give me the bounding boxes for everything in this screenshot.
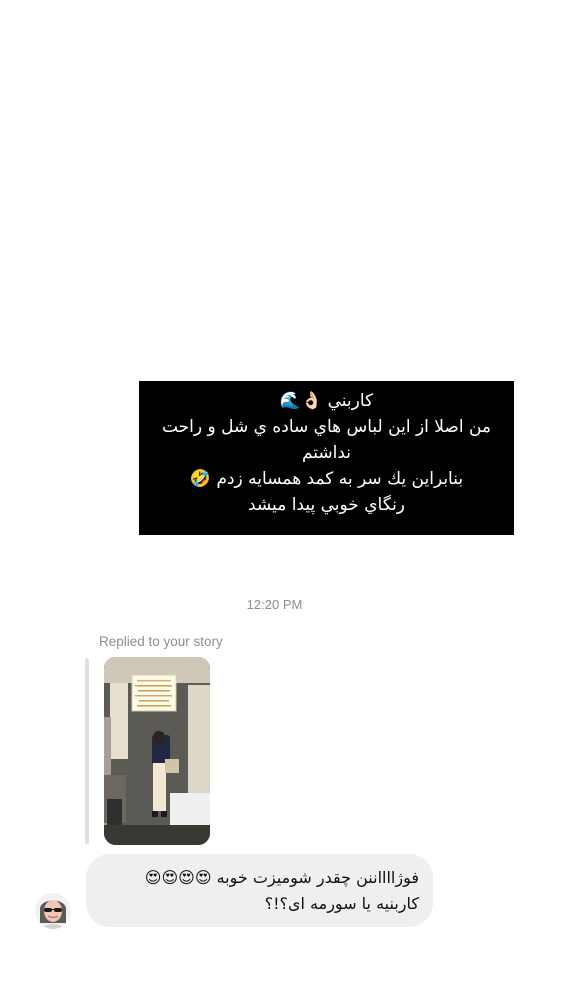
story-line-4: بنابراين يك سر به كمد همسايه زدم 🤣 [189,469,464,489]
reply-quote-bar [85,658,89,844]
story-line-5: رنگاي خوبي پيدا ميشد [247,495,406,515]
message-line-1: فوژااااننن چقدر شومیزت خوبه 😍😍😍😍 [144,868,419,887]
story-line-3: نداشتم [301,443,352,463]
dm-thread-screen: كاربني 👌🏻🌊 من اصلا از اين لباس هاي ساده … [0,0,563,1000]
user-avatar-icon [35,893,71,929]
story-line-2: من اصلا از اين لباس هاي ساده ي شل و راحت [161,417,492,437]
replied-to-story-label: Replied to your story [99,634,223,649]
incoming-message-bubble[interactable]: فوژااااننن چقدر شومیزت خوبه 😍😍😍😍 کاربنیه… [86,854,433,927]
story-thumbnail[interactable] [104,657,210,845]
user-avatar[interactable] [35,893,71,929]
story-text-card: كاربني 👌🏻🌊 من اصلا از اين لباس هاي ساده … [139,381,514,535]
story-line-1: كاربني 👌🏻🌊 [279,391,374,411]
message-timestamp: 12:20 PM [246,597,303,612]
story-image-icon [104,657,210,845]
message-line-2: کاربنیه یا سورمه ای؟!؟ [264,894,419,913]
